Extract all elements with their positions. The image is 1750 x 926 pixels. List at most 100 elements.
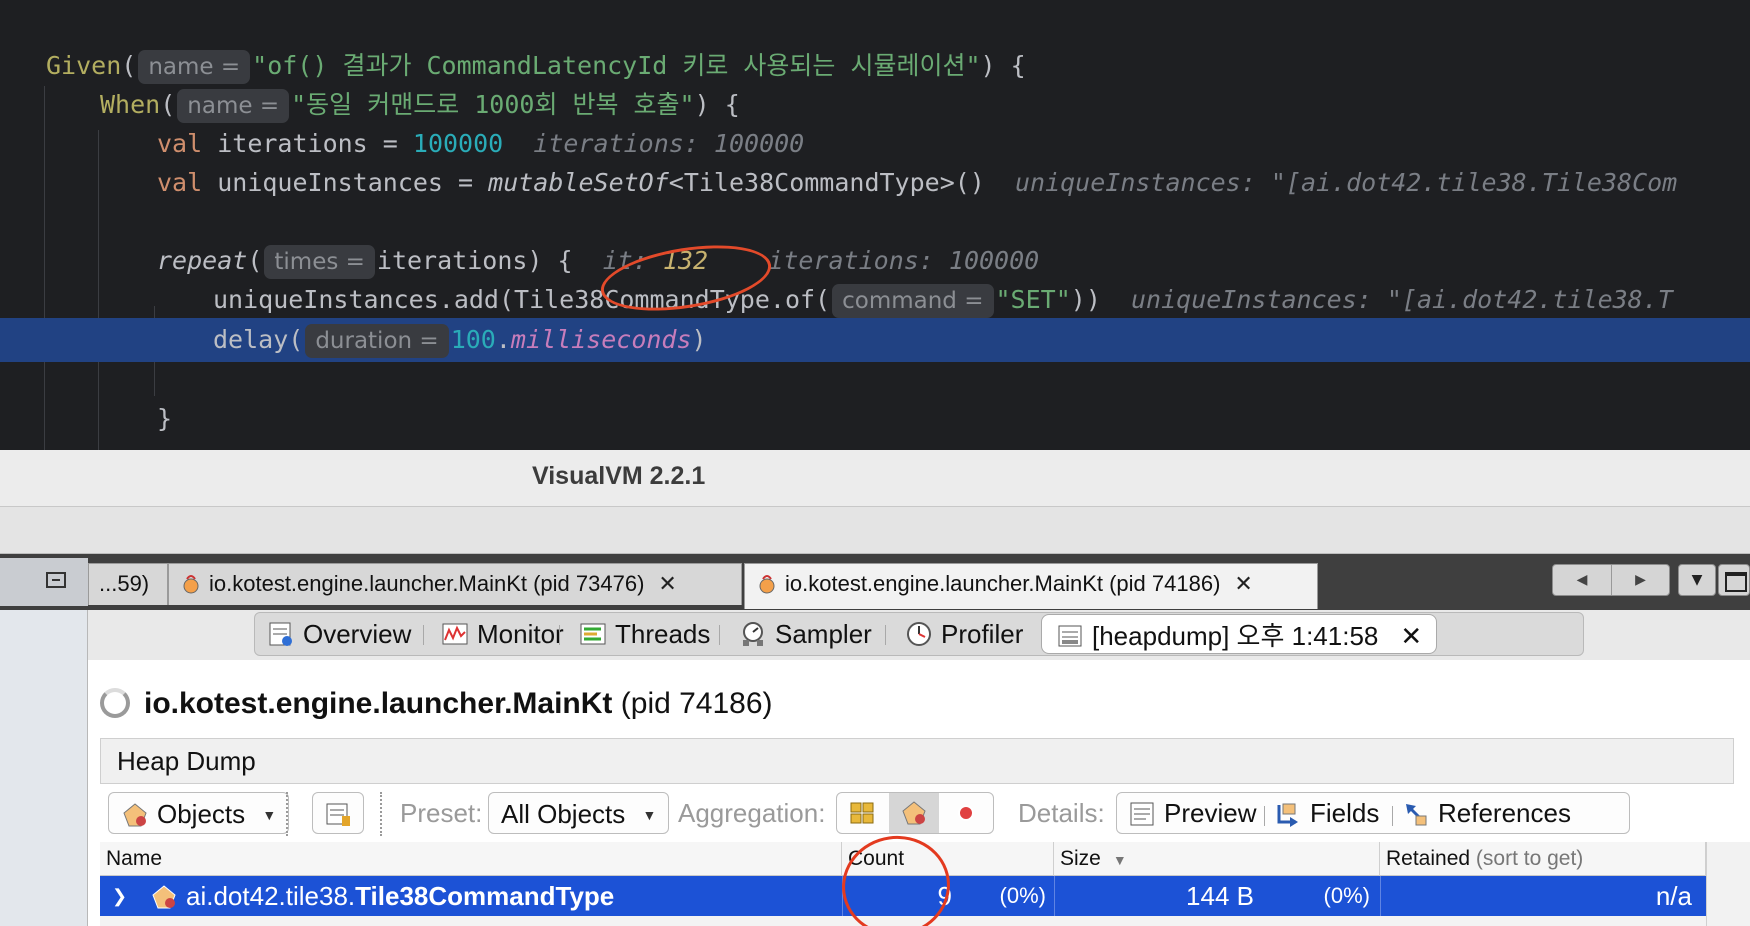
applications-side-panel [0, 610, 88, 926]
divider [885, 625, 886, 645]
code-line-when: When(name = "동일 커맨드로 1000회 반복 호출") { [0, 83, 1750, 127]
objects-icon [123, 803, 147, 827]
aggregation-classes-button[interactable] [889, 793, 939, 833]
fields-label: Fields [1310, 798, 1380, 828]
tab-label: Profiler [941, 619, 1024, 649]
preset-dropdown[interactable]: All Objects [488, 792, 670, 834]
code-line-unique-instances: val uniqueInstances = mutableSetOf<Tile3… [0, 161, 1750, 205]
references-toggle[interactable]: References [1402, 792, 1571, 834]
close-icon[interactable]: ✕ [1400, 621, 1422, 651]
class-package: ai.dot42.tile38. [186, 881, 356, 911]
tab-label: Monitor [477, 619, 564, 649]
column-header-size[interactable]: Size ▼ [1054, 842, 1380, 876]
size-percent: (0%) [1323, 883, 1370, 908]
variable-declaration: uniqueInstances = [217, 168, 489, 197]
preview-label: Preview [1164, 798, 1257, 828]
snapshot-button[interactable] [312, 792, 364, 834]
java-app-icon [183, 575, 199, 594]
tab-monitor[interactable]: Monitor [441, 613, 564, 655]
divider [719, 625, 720, 645]
profiler-icon [907, 622, 931, 646]
tab-pid-73476[interactable]: io.kotest.engine.launcher.MainKt (pid 73… [168, 563, 742, 605]
preview-toggle[interactable]: Preview [1128, 792, 1256, 834]
monitor-icon [442, 623, 468, 645]
repeat-argument: iterations) { [376, 246, 573, 275]
tab-profiler[interactable]: Profiler [905, 613, 1023, 655]
heap-dump-header: Heap Dump [100, 738, 1734, 784]
aggregation-instances-button[interactable] [941, 793, 991, 833]
tab-label: io.kotest.engine.launcher.MainKt (pid 74… [785, 571, 1221, 596]
tab-sampler[interactable]: Sampler [739, 613, 872, 655]
scroll-left-button[interactable]: ◀ [1553, 565, 1611, 595]
divider [423, 625, 424, 645]
preset-value: All Objects [501, 799, 626, 829]
objects-view-dropdown[interactable]: Objects [108, 792, 290, 834]
column-header-retained[interactable]: Retained (sort to get) [1380, 842, 1706, 876]
header-label: Retained [1386, 847, 1471, 870]
repeat-call: repeat [157, 246, 248, 275]
loading-spinner-icon [100, 688, 130, 718]
code-editor[interactable]: Given(name = "of() 결과가 CommandLatencyId 키… [0, 0, 1750, 450]
expand-row-icon[interactable]: ❯ [112, 876, 127, 916]
scroll-right-button[interactable]: ▶ [1611, 565, 1669, 595]
param-hint: name = [177, 89, 290, 123]
variable-declaration: iterations = [217, 129, 413, 158]
tab-label: io.kotest.engine.launcher.MainKt (pid 73… [209, 571, 645, 596]
tab-list-button[interactable]: ▼ [1678, 564, 1716, 596]
tab-pid-74186[interactable]: io.kotest.engine.launcher.MainKt (pid 74… [744, 563, 1318, 609]
debug-inline-value: uniqueInstances: "[ai.dot42.tile38.T [1130, 285, 1673, 314]
preview-icon [1130, 802, 1154, 826]
code-line-add: uniqueInstances.add(Tile38CommandType.of… [0, 278, 1750, 322]
objects-label: Objects [157, 799, 246, 829]
when-call: When [100, 90, 161, 119]
heapdump-controls: Objects Preset: All Objects Aggregation:… [100, 784, 1750, 844]
close-icon[interactable]: ✕ [658, 564, 676, 604]
param-hint: duration = [305, 324, 449, 358]
extension-property: milliseconds [510, 325, 692, 354]
tab-heapdump[interactable]: [heapdump] 오후 1:41:58 ✕ [1041, 614, 1438, 654]
main-toolbar [0, 506, 1750, 554]
number-literal: 100000 [412, 129, 504, 158]
aggregation-toggle-group [836, 792, 994, 834]
java-app-icon [759, 575, 775, 594]
process-name: io.kotest.engine.launcher.MainKt [144, 687, 613, 720]
column-header-name[interactable]: Name [100, 842, 842, 876]
divider [1264, 806, 1265, 826]
table-scrollbar[interactable] [1706, 842, 1750, 926]
debug-inline-value: iterations: 100000 [768, 246, 1040, 275]
closing-brace: } [157, 404, 173, 433]
class-icon [150, 876, 178, 916]
tab-truncated[interactable]: ...59) [88, 563, 168, 605]
tab-label: Threads [615, 619, 711, 649]
view-subtabs: Overview Monitor Threads Sampler Profile… [254, 612, 1584, 656]
class-type-icon [152, 885, 176, 909]
sort-descending-icon: ▼ [1112, 852, 1127, 868]
process-title: io.kotest.engine.launcher.MainKt (pid 74… [100, 684, 773, 724]
code-line-delay-current: delay(duration = 100.milliseconds) [0, 318, 1750, 362]
code-line-given: Given(name = "of() 결과가 CommandLatencyId 키… [0, 44, 1750, 88]
heapdump-icon [1058, 625, 1082, 647]
code-punctuation: ) { [694, 90, 740, 119]
size-value: 144 B [1186, 881, 1254, 911]
keyword-val: val [157, 168, 203, 197]
generic-type: <Tile38CommandType>() [668, 168, 985, 197]
header-label: Name [106, 847, 163, 870]
preset-label: Preset: [400, 798, 483, 828]
aggregation-packages-button[interactable] [837, 793, 887, 833]
code-line-close-brace: } [0, 397, 1750, 441]
count-percent: (0%) [999, 883, 1046, 908]
tab-threads[interactable]: Threads [579, 613, 710, 655]
param-hint: name = [138, 50, 251, 84]
tab-overview[interactable]: Overview [267, 613, 411, 655]
fields-toggle[interactable]: Fields [1274, 792, 1379, 834]
minimize-panel-icon[interactable] [46, 572, 66, 588]
fields-icon [1277, 803, 1298, 827]
overview-icon [269, 622, 292, 646]
string-literal: "SET" [995, 285, 1071, 314]
close-icon[interactable]: ✕ [1234, 564, 1252, 604]
debug-inline-value: iterations: 100000 [533, 129, 805, 158]
string-literal: "동일 커맨드로 1000회 반복 호출" [291, 90, 695, 119]
param-hint: command = [832, 284, 994, 318]
maximize-icon[interactable] [1718, 564, 1750, 596]
divider [380, 792, 382, 836]
